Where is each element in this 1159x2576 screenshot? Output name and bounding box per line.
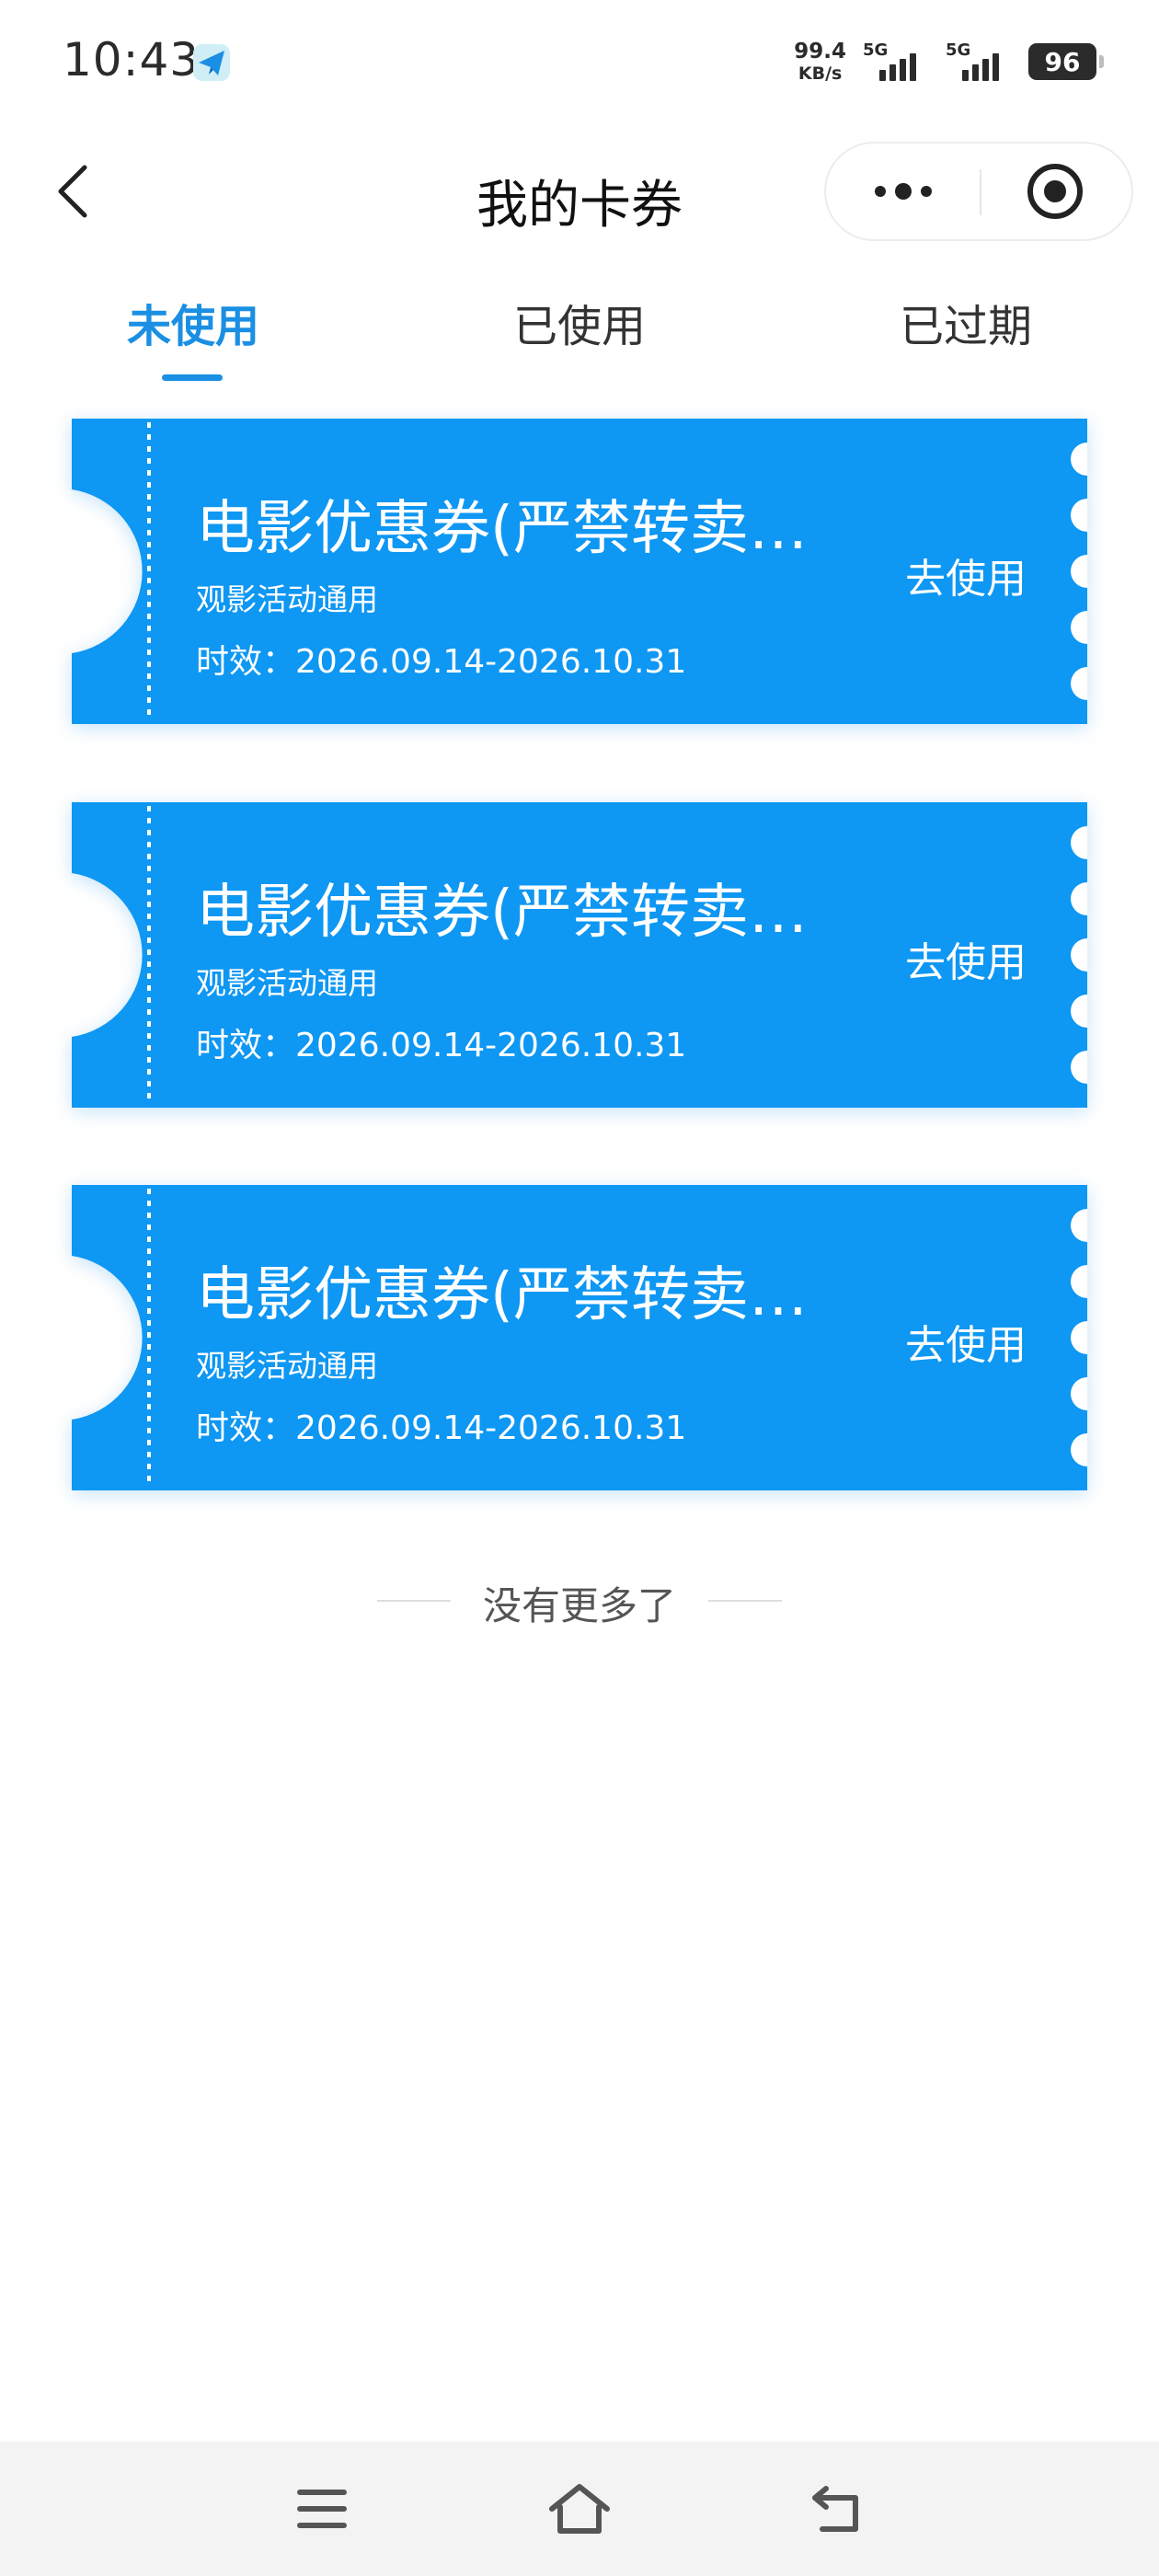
more-dots-icon[interactable]: [826, 144, 980, 239]
home-icon[interactable]: [538, 2467, 621, 2550]
coupon-subtitle: 观影活动通用: [196, 965, 378, 1001]
page: 10:43 99.4 KB/s 5G 5G 96 我的卡券 未使用 已使用 已过…: [0, 0, 1159, 2576]
battery-icon: 96: [1028, 43, 1104, 80]
tab-unused[interactable]: 未使用: [55, 290, 331, 354]
tab-expired[interactable]: 已过期: [828, 290, 1104, 354]
coupon-card[interactable]: 电影优惠券(严禁转卖… 观影活动通用 时效：2026.09.14-2026.10…: [72, 802, 1087, 1108]
coupon-card[interactable]: 电影优惠券(严禁转卖… 观影活动通用 时效：2026.09.14-2026.10…: [72, 419, 1087, 724]
tab-active-indicator: [162, 374, 223, 381]
mini-program-capsule: [824, 142, 1133, 241]
no-more-text: 没有更多了: [482, 1583, 676, 1628]
net-speed-unit: KB/s: [798, 63, 843, 84]
net-speed-value: 99.4: [794, 39, 846, 63]
signal-icon: 5G: [863, 39, 929, 85]
tab-used[interactable]: 已使用: [442, 290, 717, 354]
coupon-title: 电影优惠券(严禁转卖…: [196, 1261, 808, 1329]
signal-icon-2: 5G: [946, 39, 1012, 85]
coupon-subtitle: 观影活动通用: [196, 1348, 378, 1384]
system-nav-bar: [0, 2442, 1159, 2576]
nav-bar: 我的卡券: [0, 136, 1159, 247]
use-coupon-button[interactable]: 去使用: [905, 546, 1027, 604]
use-coupon-button[interactable]: 去使用: [905, 929, 1027, 988]
status-bar: 10:43 99.4 KB/s 5G 5G 96: [0, 0, 1159, 124]
target-circle-icon[interactable]: [978, 144, 1131, 239]
coupon-validity: 时效：2026.09.14-2026.10.31: [196, 1027, 687, 1064]
use-coupon-button[interactable]: 去使用: [905, 1312, 1027, 1371]
net-speed: 99.4 KB/s: [794, 39, 846, 84]
return-arrow-icon[interactable]: [796, 2467, 878, 2550]
app-notification-icon: [191, 42, 232, 83]
coupon-title: 电影优惠券(严禁转卖…: [196, 495, 808, 563]
status-indicators: 99.4 KB/s 5G 5G 96: [794, 37, 1104, 86]
coupon-title: 电影优惠券(严禁转卖…: [196, 879, 808, 947]
status-time: 10:43: [63, 33, 201, 86]
tab-bar: 未使用 已使用 已过期: [0, 281, 1159, 382]
coupon-validity: 时效：2026.09.14-2026.10.31: [196, 643, 687, 681]
hamburger-menu-icon[interactable]: [281, 2467, 363, 2550]
divider-right: [708, 1600, 782, 1602]
list-end-indicator: 没有更多了: [0, 1575, 1159, 1630]
coupon-card[interactable]: 电影优惠券(严禁转卖… 观影活动通用 时效：2026.09.14-2026.10…: [72, 1185, 1087, 1490]
coupon-subtitle: 观影活动通用: [196, 581, 378, 617]
coupon-validity: 时效：2026.09.14-2026.10.31: [196, 1409, 687, 1447]
battery-level: 96: [1044, 46, 1081, 77]
